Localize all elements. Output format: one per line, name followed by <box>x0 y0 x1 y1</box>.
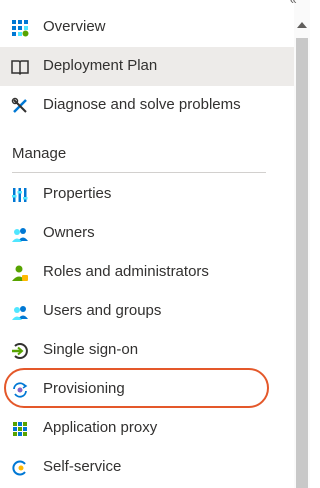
sidebar-nav: Overview Deployment Plan Diagnose and so… <box>0 0 294 488</box>
nav-label: Self-service <box>43 458 122 475</box>
nav-item-owners[interactable]: Owners <box>0 214 294 253</box>
nav-item-single-sign-on[interactable]: Single sign-on <box>0 331 294 370</box>
users-icon <box>11 303 29 321</box>
self-service-icon <box>11 459 29 477</box>
nav-label: Roles and administrators <box>43 263 209 280</box>
book-icon <box>11 58 29 76</box>
vertical-scrollbar[interactable] <box>294 0 310 488</box>
nav-label: Deployment Plan <box>43 57 158 74</box>
app-proxy-icon <box>11 420 29 438</box>
sso-icon <box>11 342 29 360</box>
nav-label: Provisioning <box>43 380 125 397</box>
properties-bars-icon <box>11 186 29 204</box>
nav-label: Owners <box>43 224 95 241</box>
nav-item-users-groups[interactable]: Users and groups <box>0 292 294 331</box>
nav-label: Properties <box>43 185 112 202</box>
scrollbar-thumb[interactable] <box>296 38 308 488</box>
nav-label: Application proxy <box>43 419 158 436</box>
nav-item-overview[interactable]: Overview <box>0 8 294 47</box>
nav-label: Diagnose and solve problems <box>43 96 241 113</box>
nav-item-deployment-plan[interactable]: Deployment Plan <box>0 47 294 86</box>
nav-item-roles-admins[interactable]: Roles and administrators <box>0 253 294 292</box>
nav-item-application-proxy[interactable]: Application proxy <box>0 409 294 448</box>
section-header-manage: Manage <box>12 145 67 162</box>
section-divider <box>12 172 266 173</box>
wrench-icon <box>11 97 29 115</box>
collapse-sidebar-button[interactable]: « <box>290 0 297 6</box>
nav-item-self-service[interactable]: Self-service <box>0 448 294 487</box>
nav-item-diagnose[interactable]: Diagnose and solve problems <box>0 86 294 125</box>
nav-label: Overview <box>43 18 106 35</box>
provisioning-icon <box>11 381 29 399</box>
users-icon <box>11 225 29 243</box>
overview-grid-icon <box>11 19 29 37</box>
nav-label: Users and groups <box>43 302 162 319</box>
nav-item-properties[interactable]: Properties <box>0 175 294 214</box>
nav-label: Single sign-on <box>43 341 139 358</box>
nav-item-provisioning[interactable]: Provisioning <box>0 370 294 409</box>
user-role-icon <box>11 264 29 282</box>
scroll-up-arrow-icon[interactable] <box>297 22 307 28</box>
